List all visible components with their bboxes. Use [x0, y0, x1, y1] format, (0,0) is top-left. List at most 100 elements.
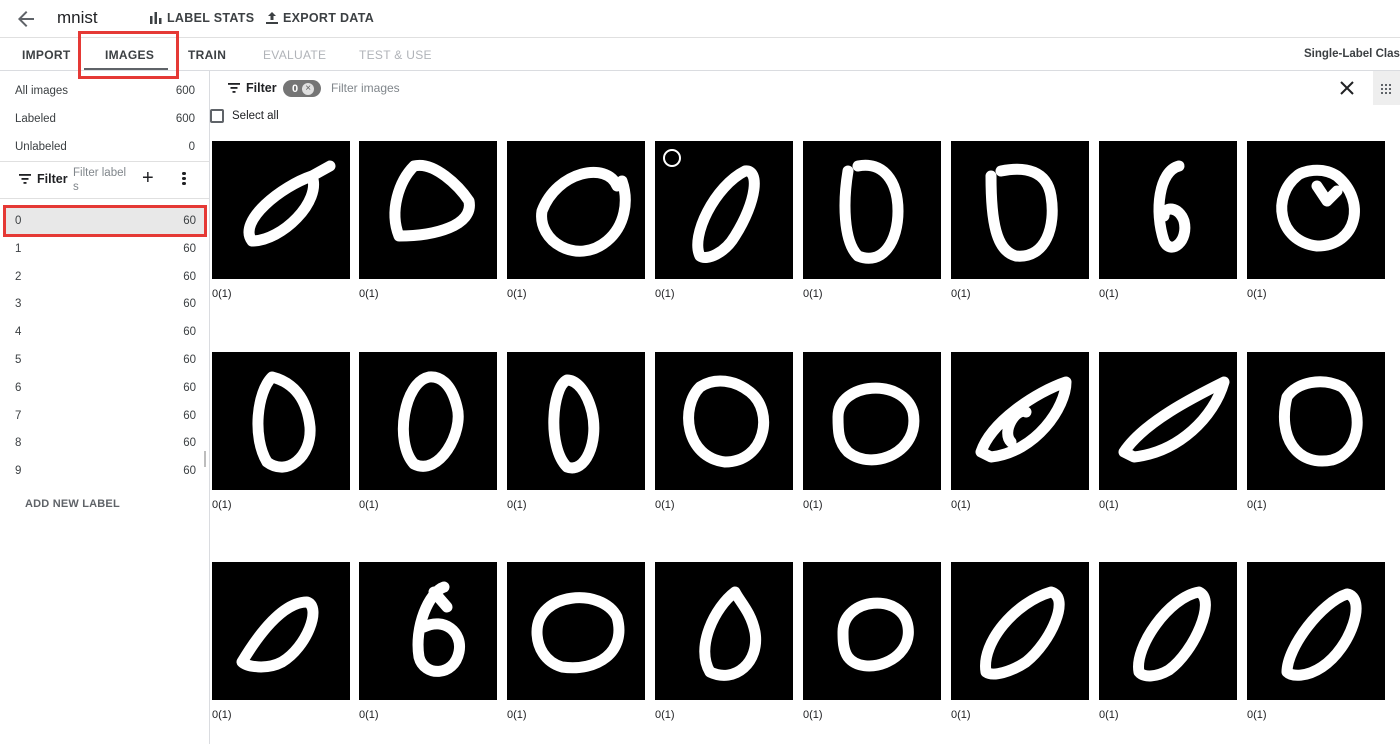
back-arrow-icon[interactable]	[14, 7, 38, 31]
select-all-label: Select all	[232, 110, 279, 122]
digit-image	[699, 586, 762, 681]
label-count: 60	[183, 242, 196, 255]
image-label-caption: 0(1)	[951, 288, 971, 300]
label-row-5[interactable]: 5 60	[5, 346, 205, 374]
image-filter-button[interactable]: Filter	[228, 81, 277, 95]
image-thumbnail[interactable]	[951, 562, 1089, 700]
image-label-caption: 0(1)	[212, 499, 232, 511]
digit-image	[985, 163, 1058, 262]
image-label-caption: 0(1)	[1247, 288, 1267, 300]
image-thumbnail[interactable]	[1247, 562, 1385, 700]
filter-labels-input[interactable]: Filter labels	[73, 166, 131, 194]
more-options-icon[interactable]	[178, 170, 190, 188]
label-row-4[interactable]: 4 60	[5, 318, 205, 346]
filter-icon	[228, 83, 240, 93]
image-thumbnail[interactable]	[803, 352, 941, 490]
image-thumbnail[interactable]	[507, 352, 645, 490]
label-row-3[interactable]: 3 60	[5, 290, 205, 318]
image-thumbnail[interactable]	[655, 141, 793, 279]
image-label-caption: 0(1)	[212, 709, 232, 721]
image-thumbnail[interactable]	[655, 352, 793, 490]
export-data-button[interactable]: EXPORT DATA	[266, 11, 374, 25]
digit-image	[1133, 586, 1211, 682]
tab-test-and-use[interactable]: TEST & USE	[359, 48, 432, 62]
image-thumbnail[interactable]	[507, 141, 645, 279]
image-thumbnail[interactable]	[359, 352, 497, 490]
image-thumbnail[interactable]	[1099, 352, 1237, 490]
filter-images-input[interactable]	[331, 81, 531, 95]
export-data-label: EXPORT DATA	[283, 11, 375, 25]
label-count: 60	[183, 326, 196, 339]
image-label-caption: 0(1)	[803, 288, 823, 300]
image-label-caption: 0(1)	[1247, 499, 1267, 511]
select-image-checkbox[interactable]	[663, 149, 681, 167]
image-label-caption: 0(1)	[655, 499, 675, 511]
image-thumbnail[interactable]	[212, 352, 350, 490]
label-row-0[interactable]: 0 60	[3, 205, 207, 237]
label-row-1[interactable]: 1 60	[5, 235, 205, 263]
label-filter-chip[interactable]: 0 ×	[283, 80, 321, 97]
image-thumbnail[interactable]	[803, 141, 941, 279]
label-row-7[interactable]: 7 60	[5, 402, 205, 430]
unlabeled-row[interactable]: Unlabeled 0	[15, 141, 195, 153]
image-label-caption: 0(1)	[359, 499, 379, 511]
tab-train[interactable]: TRAIN	[188, 48, 226, 62]
add-label-plus-icon[interactable]: +	[142, 168, 154, 188]
digit-image	[236, 596, 319, 673]
all-images-row[interactable]: All images 600	[15, 85, 195, 97]
digit-image	[1118, 376, 1230, 463]
label-filter-button[interactable]: Filter	[19, 172, 68, 186]
image-thumbnail[interactable]	[359, 141, 497, 279]
image-thumbnail[interactable]	[212, 562, 350, 700]
filter-icon	[19, 174, 31, 184]
image-label-caption: 0(1)	[507, 499, 527, 511]
label-row-2[interactable]: 2 60	[5, 263, 205, 291]
image-filter-bar: Filter 0 ×	[210, 71, 1400, 105]
all-images-label: All images	[15, 85, 69, 97]
add-new-label-button[interactable]: ADD NEW LABEL	[25, 498, 120, 510]
all-images-count: 600	[175, 85, 195, 97]
digit-image	[1153, 160, 1191, 253]
bar-chart-icon	[150, 12, 162, 24]
top-app-bar: mnist LABEL STATS EXPORT DATA	[0, 0, 1400, 38]
image-thumbnail[interactable]	[1247, 141, 1385, 279]
divider	[0, 198, 209, 199]
label-name: 7	[15, 409, 22, 422]
label-name: 1	[15, 242, 22, 255]
labeled-row[interactable]: Labeled 600	[15, 113, 195, 125]
unlabeled-count: 0	[188, 141, 195, 153]
tab-import[interactable]: IMPORT	[22, 48, 70, 62]
tab-evaluate[interactable]: EVALUATE	[263, 48, 326, 62]
digit-image	[531, 592, 625, 674]
unlabeled-label: Unlabeled	[15, 141, 67, 153]
label-name: 6	[15, 381, 22, 394]
label-count: 60	[183, 409, 196, 422]
image-label-caption: 0(1)	[1099, 709, 1119, 721]
chip-remove-icon[interactable]: ×	[302, 82, 315, 95]
label-row-8[interactable]: 8 60	[5, 429, 205, 457]
scrollbar[interactable]	[204, 451, 206, 467]
image-thumbnail[interactable]	[1099, 562, 1237, 700]
image-thumbnail[interactable]	[212, 141, 350, 279]
image-thumbnail[interactable]	[951, 141, 1089, 279]
image-thumbnail[interactable]	[507, 562, 645, 700]
image-thumbnail[interactable]	[1099, 141, 1237, 279]
label-name: 9	[15, 465, 22, 478]
label-count: 60	[183, 354, 196, 366]
image-label-caption: 0(1)	[655, 288, 675, 300]
image-browser: Filter 0 × Select all 0(1) 0(1) 0(1) 0(1) 0(…	[210, 71, 1400, 744]
image-thumbnail[interactable]	[951, 352, 1089, 490]
labeled-label: Labeled	[15, 113, 56, 125]
close-icon[interactable]	[1338, 79, 1356, 97]
image-thumbnail[interactable]	[803, 562, 941, 700]
select-all-checkbox[interactable]	[210, 109, 224, 123]
grid-view-toggle[interactable]	[1373, 71, 1400, 105]
label-row-9[interactable]: 9 60	[5, 457, 205, 485]
label-row-6[interactable]: 6 60	[5, 374, 205, 402]
label-name: 3	[15, 298, 22, 311]
image-thumbnail[interactable]	[1247, 352, 1385, 490]
image-label-caption: 0(1)	[212, 288, 232, 300]
image-thumbnail[interactable]	[359, 562, 497, 700]
image-thumbnail[interactable]	[655, 562, 793, 700]
label-stats-button[interactable]: LABEL STATS	[150, 11, 254, 25]
